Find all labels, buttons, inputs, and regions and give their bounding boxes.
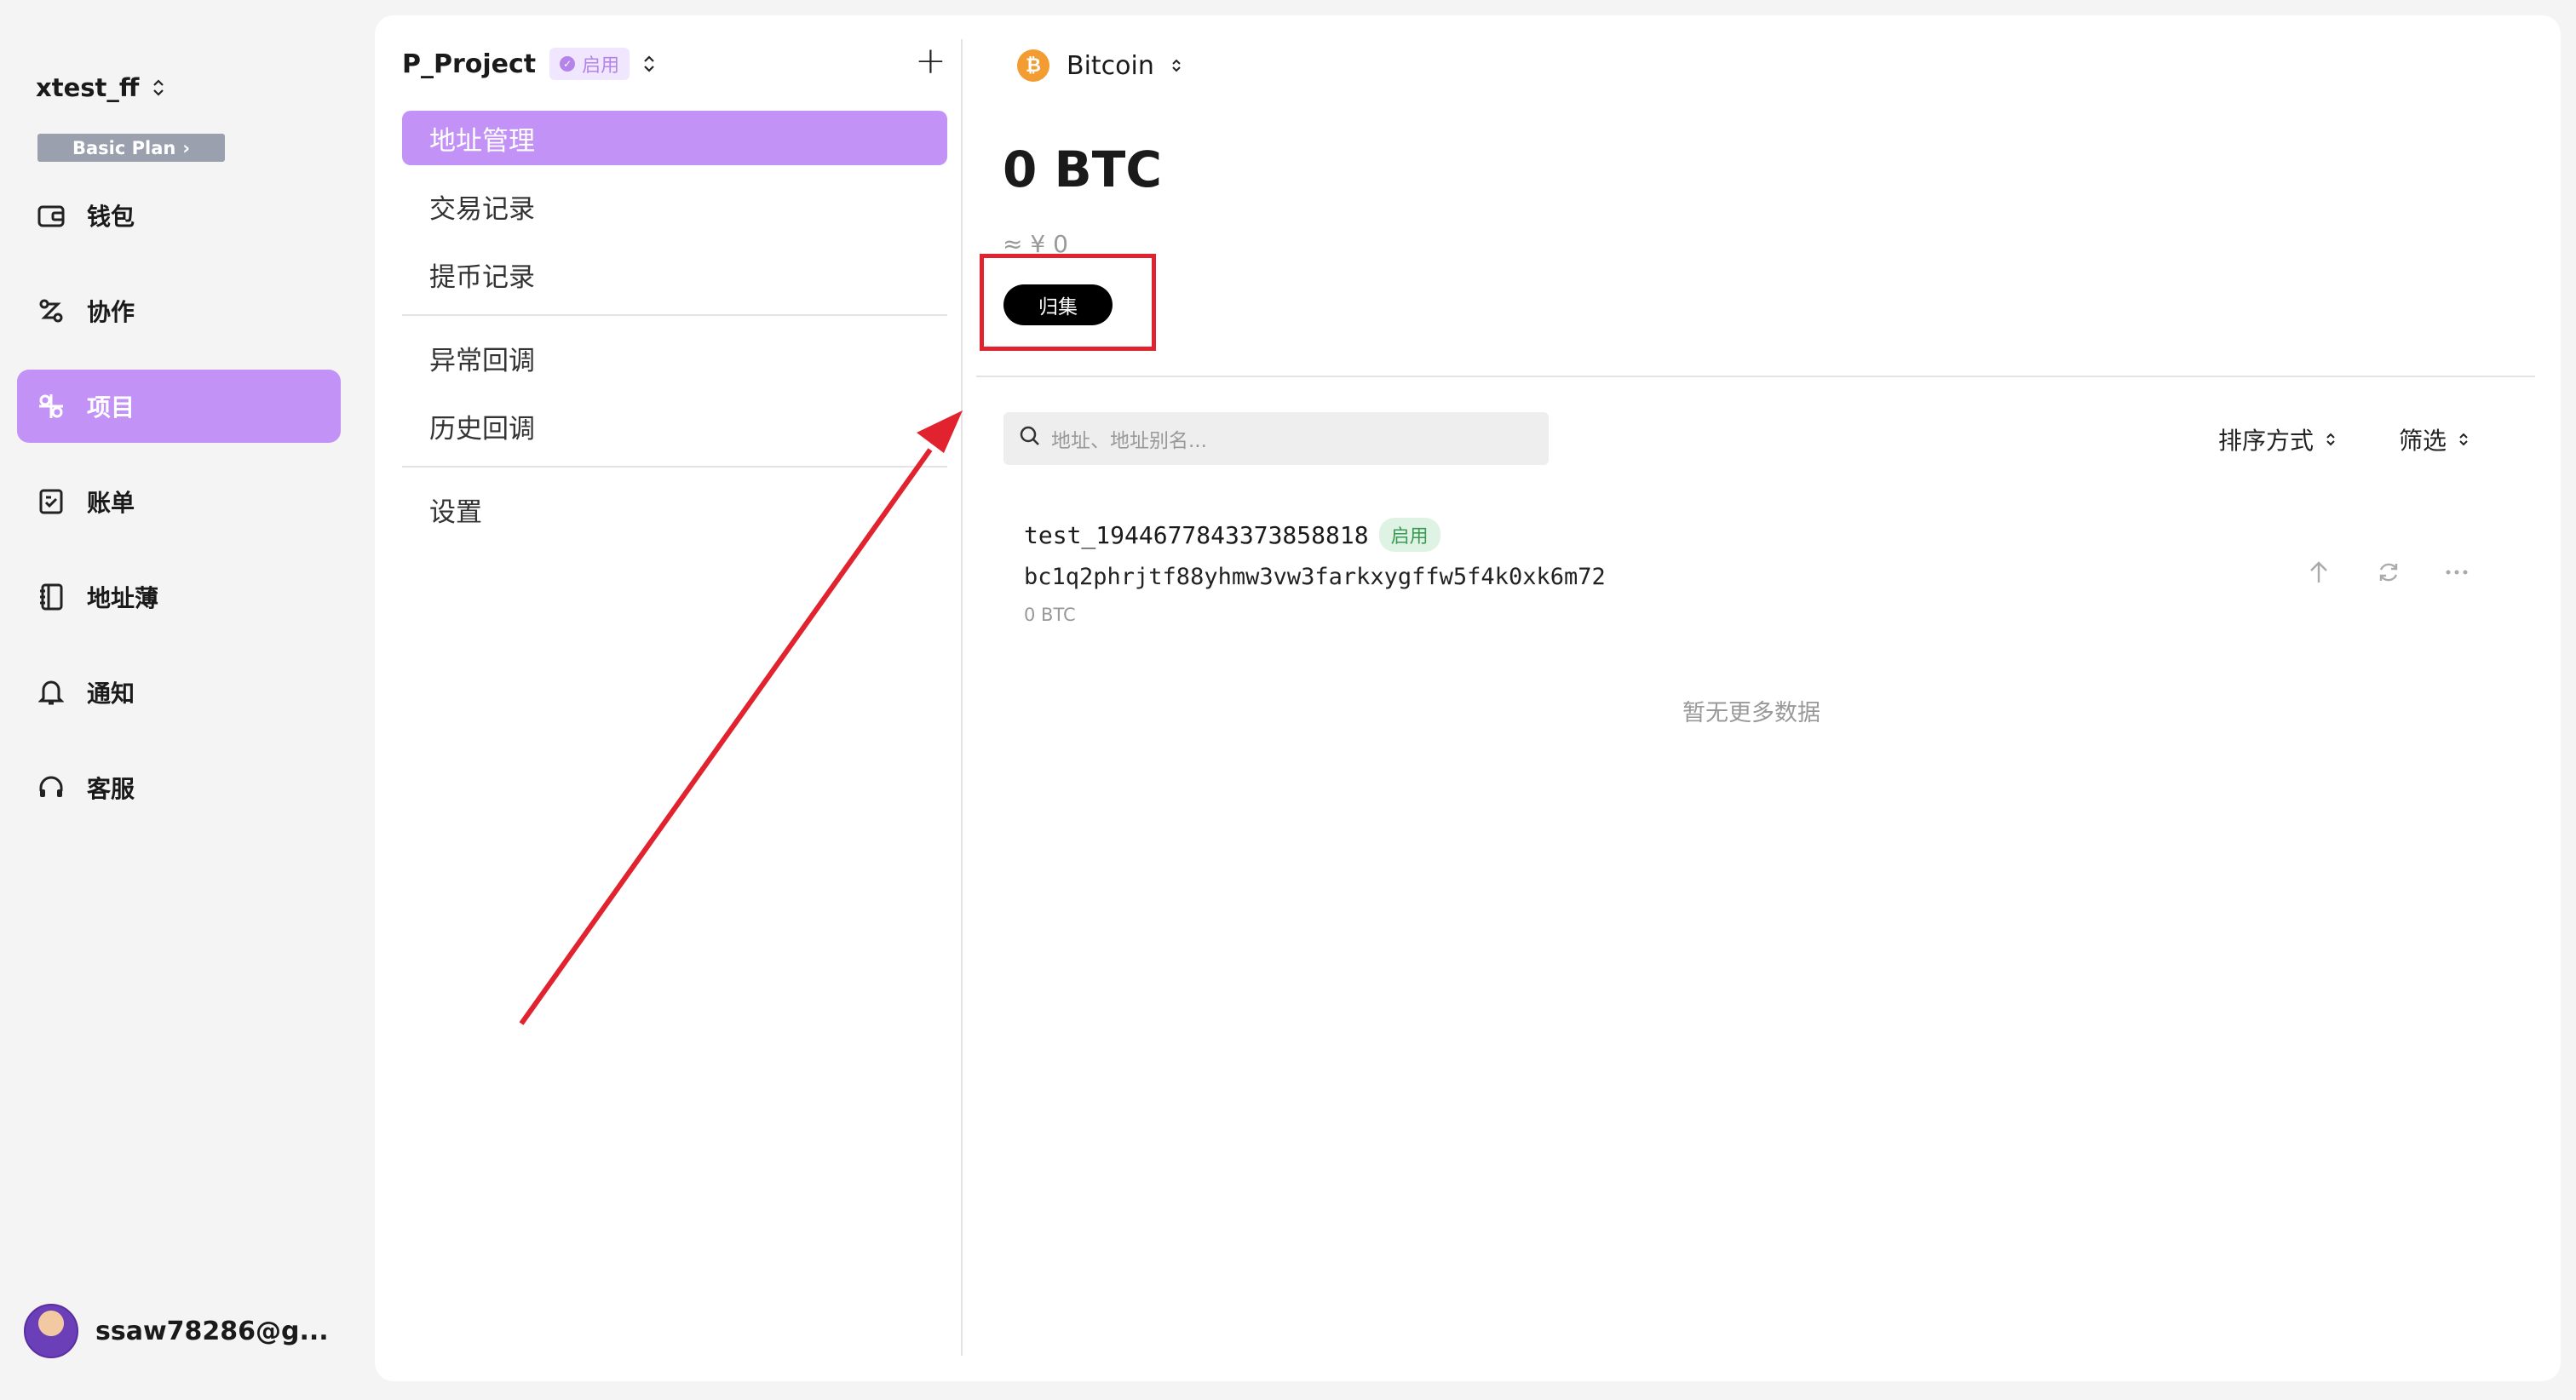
address-status-badge: 启用	[1378, 518, 1440, 552]
column-divider	[961, 39, 963, 1356]
sidebar-item-label: 客服	[87, 775, 135, 803]
project-name: P_Project	[402, 49, 537, 79]
user-email: ssaw78286@g...	[95, 1316, 329, 1346]
sidebar-item-address-book[interactable]: 地址薄	[17, 560, 341, 634]
coin-name: Bitcoin	[1067, 50, 1154, 81]
project-status-badge: ✓ 启用	[549, 48, 630, 80]
sidebar-item-label: 协作	[87, 298, 135, 326]
sidebar-item-support[interactable]: 客服	[17, 751, 341, 824]
bill-icon	[36, 486, 66, 517]
address-hash[interactable]: bc1q2phrjtf88yhmw3vw3farkxygffw5f4k0xk6m…	[1024, 564, 1606, 590]
sidebar-item-label: 项目	[87, 393, 135, 422]
menu-item-settings[interactable]: 设置	[402, 482, 947, 536]
avatar	[24, 1304, 78, 1358]
menu-item-abnormal-callback[interactable]: 异常回调	[402, 330, 947, 385]
coin-balance: 0 BTC	[1003, 141, 1162, 198]
sidebar-item-label: 钱包	[87, 203, 135, 231]
sidebar-item-project[interactable]: 项目	[17, 370, 341, 443]
sidebar-item-label: 账单	[87, 489, 135, 517]
project-icon	[36, 391, 66, 422]
sort-dropdown[interactable]: 排序方式	[2218, 422, 2336, 456]
sidebar-item-wallet[interactable]: 钱包	[17, 179, 341, 252]
bell-icon	[36, 677, 66, 708]
arrow-up-icon[interactable]	[2302, 555, 2336, 589]
check-circle-icon: ✓	[560, 56, 576, 72]
plan-badge[interactable]: Basic Plan ›	[37, 134, 225, 162]
chevron-updown-icon	[152, 77, 164, 98]
chevron-updown-icon	[2458, 431, 2469, 448]
menu-item-withdrawals[interactable]: 提币记录	[402, 247, 947, 301]
sidebar-item-collaboration[interactable]: 协作	[17, 274, 341, 347]
search-placeholder: 地址、地址别名...	[1051, 430, 1207, 452]
address-book-icon	[36, 582, 66, 612]
address-balance: 0 BTC	[1024, 605, 1076, 625]
collaboration-icon	[36, 295, 66, 326]
search-icon	[1019, 425, 1041, 452]
search-input[interactable]: 地址、地址别名...	[1003, 412, 1549, 465]
headset-icon	[36, 772, 66, 803]
menu-divider	[402, 466, 947, 468]
wallet-icon	[36, 200, 66, 231]
annotation-highlight-box	[980, 254, 1156, 351]
project-switcher[interactable]: P_Project ✓ 启用	[402, 48, 655, 80]
chevron-updown-icon	[1171, 57, 1182, 74]
sidebar-item-notification[interactable]: 通知	[17, 656, 341, 729]
chevron-updown-icon	[2326, 431, 2336, 448]
workspace-name: xtest_ff	[36, 73, 140, 102]
filter-dropdown[interactable]: 筛选	[2399, 422, 2469, 456]
address-alias: test_1944677843373858818 启用	[1024, 518, 1440, 552]
user-profile[interactable]: ssaw78286@g...	[24, 1304, 329, 1358]
coin-switcher[interactable]: ₿ Bitcoin	[1017, 49, 1182, 82]
menu-divider	[402, 314, 947, 316]
sidebar-item-bill[interactable]: 账单	[17, 465, 341, 538]
menu-item-history-callback[interactable]: 历史回调	[402, 399, 947, 453]
menu-item-address-management[interactable]: 地址管理	[402, 111, 947, 165]
plan-label: Basic Plan	[72, 137, 176, 158]
more-icon[interactable]	[2440, 555, 2474, 589]
sidebar-item-label: 地址薄	[87, 584, 159, 612]
menu-item-transactions[interactable]: 交易记录	[402, 179, 947, 233]
add-project-button[interactable]: +	[915, 43, 946, 80]
chevron-right-icon: ›	[182, 137, 190, 158]
chevron-updown-icon	[643, 54, 655, 74]
workspace-switcher[interactable]: xtest_ff	[36, 73, 164, 102]
refresh-icon[interactable]	[2372, 555, 2406, 589]
bitcoin-icon: ₿	[1017, 49, 1049, 82]
section-divider	[976, 376, 2535, 377]
sidebar-item-label: 通知	[87, 680, 135, 708]
empty-more-text: 暂无更多数据	[1682, 700, 1820, 726]
